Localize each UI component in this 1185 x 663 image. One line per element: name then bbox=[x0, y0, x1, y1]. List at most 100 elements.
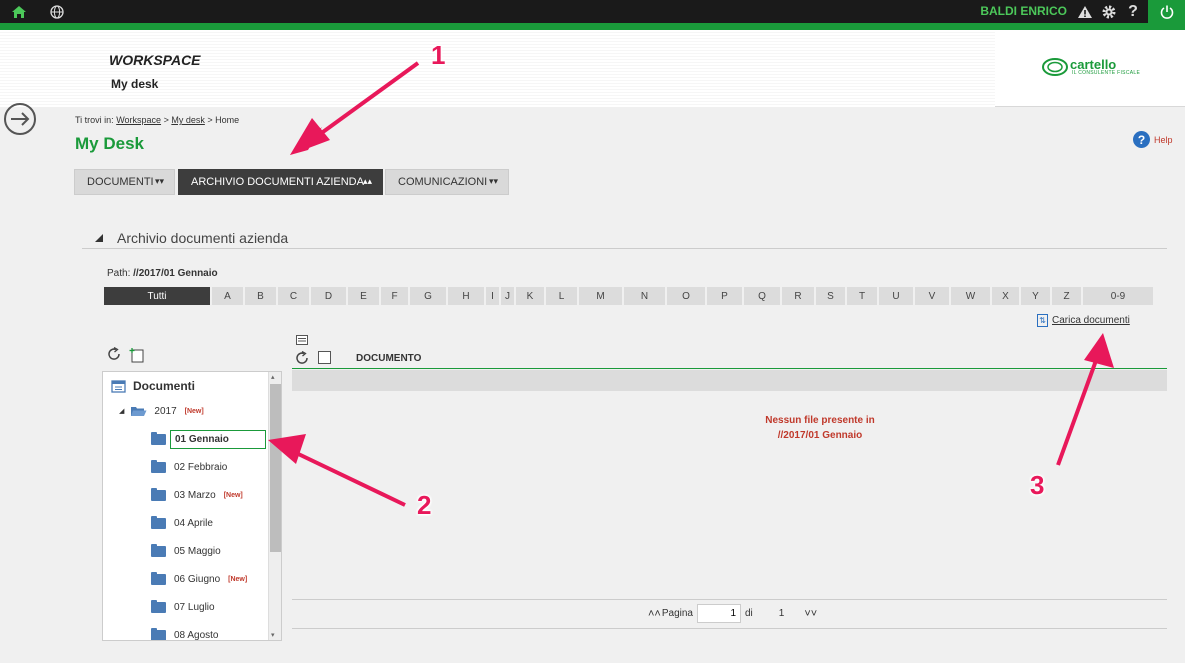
alphabet-filter-o[interactable]: O bbox=[667, 287, 707, 305]
top-accent-bar bbox=[0, 23, 1185, 30]
alphabet-filter-j[interactable]: J bbox=[501, 287, 516, 305]
annotation-number-3: 3 bbox=[1030, 470, 1045, 500]
help-icon[interactable]: ? bbox=[1133, 131, 1150, 148]
breadcrumb-home: Home bbox=[215, 115, 240, 125]
alphabet-filter-l[interactable]: L bbox=[546, 287, 579, 305]
chevron-up-icon: ▴▴ bbox=[362, 176, 372, 186]
previous-page-icon[interactable]: ˄˄ bbox=[648, 608, 661, 620]
power-icon[interactable] bbox=[1148, 0, 1185, 23]
folder-icon bbox=[151, 571, 166, 585]
workspace-title: WORKSPACE bbox=[109, 52, 201, 68]
section-title: Archivio documenti azienda bbox=[117, 230, 289, 246]
tree-scrollbar[interactable]: ▴ ▾ bbox=[268, 372, 281, 640]
alphabet-filter-e[interactable]: E bbox=[348, 287, 381, 305]
tree-node-month[interactable]: 04 Aprile bbox=[151, 512, 213, 534]
top-bar: BALDI ENRICO ? bbox=[0, 0, 1185, 23]
new-badge: [New] bbox=[223, 491, 243, 499]
upload-icon[interactable]: ⇅ bbox=[1037, 314, 1048, 327]
alphabet-filter-tutti[interactable]: Tutti bbox=[104, 287, 212, 305]
header: WORKSPACE My desk cartello IL CONSULENTE… bbox=[0, 30, 1185, 107]
alphabet-filter-a[interactable]: A bbox=[212, 287, 245, 305]
alphabet-filter-i[interactable]: I bbox=[486, 287, 501, 305]
tab-archivio-documenti-azienda[interactable]: ARCHIVIO DOCUMENTI AZIENDA ▴▴ bbox=[178, 169, 383, 195]
alphabet-filter-z[interactable]: Z bbox=[1052, 287, 1083, 305]
tab-documenti[interactable]: DOCUMENTI ▾▾ bbox=[74, 169, 175, 195]
gear-icon[interactable] bbox=[1099, 2, 1119, 22]
refresh-icon[interactable] bbox=[108, 346, 120, 360]
alphabet-filter-u[interactable]: U bbox=[879, 287, 915, 305]
select-all-checkbox[interactable] bbox=[318, 351, 331, 364]
tree-node-month[interactable]: 07 Luglio bbox=[151, 596, 215, 618]
document-list-header: DOCUMENTO bbox=[292, 347, 1167, 369]
breadcrumb-workspace[interactable]: Workspace bbox=[116, 115, 161, 125]
tree-node-month[interactable]: 01 Gennaio bbox=[151, 428, 266, 450]
breadcrumb-my-desk[interactable]: My desk bbox=[171, 115, 205, 125]
tree-node-month[interactable]: 06 Giugno [New] bbox=[151, 568, 247, 590]
next-page-icon[interactable]: ˅˅ bbox=[804, 608, 817, 620]
tree-root[interactable]: Documenti bbox=[111, 375, 195, 397]
column-documento[interactable]: DOCUMENTO bbox=[356, 353, 421, 364]
alphabet-filter-m[interactable]: M bbox=[579, 287, 624, 305]
chevron-down-icon: ▾▾ bbox=[154, 176, 164, 186]
page-title: My Desk bbox=[75, 134, 144, 153]
warning-icon[interactable] bbox=[1075, 2, 1095, 22]
alphabet-filter-v[interactable]: V bbox=[915, 287, 951, 305]
globe-icon[interactable] bbox=[47, 2, 67, 22]
tab-comunicazioni[interactable]: COMUNICAZIONI ▾▾ bbox=[385, 169, 509, 195]
cartello-logo: cartello IL CONSULENTE FISCALE bbox=[1042, 57, 1142, 78]
expand-sidebar-icon[interactable] bbox=[2, 102, 38, 136]
home-icon[interactable] bbox=[9, 2, 29, 22]
total-pages: 1 bbox=[778, 608, 785, 619]
tree-node-2017[interactable]: ◢ 2017 [New] bbox=[119, 400, 204, 422]
alphabet-filter-0-9[interactable]: 0-9 bbox=[1083, 287, 1155, 305]
folder-icon bbox=[151, 515, 166, 529]
user-name[interactable]: BALDI ENRICO bbox=[980, 4, 1067, 18]
refresh-icon[interactable] bbox=[296, 351, 310, 365]
tree-node-month[interactable]: 08 Agosto bbox=[151, 624, 218, 640]
tree-node-month[interactable]: 05 Maggio bbox=[151, 540, 221, 562]
upload-documents-link[interactable]: ⇅ Carica documenti bbox=[1037, 314, 1130, 327]
alphabet-filter-p[interactable]: P bbox=[707, 287, 744, 305]
documents-root-icon bbox=[111, 380, 126, 393]
breadcrumb: Ti trovi in: Workspace > My desk > Home bbox=[75, 115, 240, 125]
scroll-down-icon[interactable]: ▾ bbox=[271, 631, 275, 639]
alphabet-filter-t[interactable]: T bbox=[847, 287, 879, 305]
workspace-subtitle: My desk bbox=[111, 77, 159, 91]
chevron-down-icon: ▾▾ bbox=[488, 176, 498, 186]
tree-node-month[interactable]: 02 Febbraio bbox=[151, 456, 227, 478]
alphabet-filter-b[interactable]: B bbox=[245, 287, 278, 305]
scroll-up-icon[interactable]: ▴ bbox=[271, 373, 275, 381]
alphabet-filter-r[interactable]: R bbox=[782, 287, 816, 305]
help-link[interactable]: ? Help bbox=[1133, 131, 1173, 148]
annotation-arrow-2 bbox=[268, 434, 406, 507]
tree-toolbar bbox=[108, 346, 148, 366]
folder-icon bbox=[151, 627, 166, 640]
alphabet-filter-n[interactable]: N bbox=[624, 287, 667, 305]
alphabet-filter-k[interactable]: K bbox=[516, 287, 546, 305]
alphabet-filter-g[interactable]: G bbox=[410, 287, 448, 305]
expanded-triangle-icon[interactable]: ◢ bbox=[119, 407, 124, 415]
empty-message: Nessun file presente in //2017/01 Gennai… bbox=[765, 415, 875, 441]
folder-tree[interactable]: Documenti ◢ 2017 [New] 01 Gennaio 02 Febb… bbox=[102, 371, 282, 641]
section-header[interactable]: Archivio documenti azienda bbox=[82, 225, 1167, 249]
alphabet-filter-f[interactable]: F bbox=[381, 287, 410, 305]
alphabet-filter-y[interactable]: Y bbox=[1021, 287, 1052, 305]
alphabet-filter-q[interactable]: Q bbox=[744, 287, 782, 305]
question-icon[interactable]: ? bbox=[1123, 2, 1143, 22]
collapse-triangle-icon[interactable] bbox=[95, 234, 103, 242]
alphabet-filter-s[interactable]: S bbox=[816, 287, 847, 305]
new-folder-icon[interactable] bbox=[129, 348, 144, 363]
alphabet-filter-x[interactable]: X bbox=[992, 287, 1021, 305]
alphabet-filter-h[interactable]: H bbox=[448, 287, 486, 305]
open-folder-icon bbox=[131, 407, 147, 416]
new-badge: [New] bbox=[228, 575, 248, 583]
alphabet-filter-d[interactable]: D bbox=[311, 287, 348, 305]
tree-scroll-thumb[interactable] bbox=[270, 384, 281, 552]
alphabet-filter-w[interactable]: W bbox=[951, 287, 992, 305]
tree-node-month[interactable]: 03 Marzo [New] bbox=[151, 484, 243, 506]
folder-icon bbox=[151, 543, 166, 557]
page-number-input[interactable] bbox=[697, 604, 741, 623]
alphabet-filter-c[interactable]: C bbox=[278, 287, 311, 305]
annotation-number-2: 2 bbox=[417, 490, 432, 520]
folder-icon bbox=[151, 599, 166, 613]
